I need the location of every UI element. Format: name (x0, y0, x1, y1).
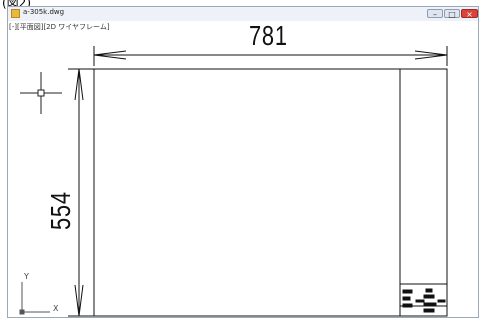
ucs-x-label: X (53, 304, 59, 313)
drawing-frame (93, 68, 448, 317)
width-dimension-text: 781 (249, 20, 288, 51)
title-block (400, 283, 447, 313)
crosshair-cursor (20, 72, 62, 114)
height-dimension-text: 554 (45, 191, 76, 230)
ucs-icon (19, 282, 50, 315)
ucs-y-label: Y (24, 272, 29, 281)
drawing-canvas[interactable] (0, 0, 482, 322)
